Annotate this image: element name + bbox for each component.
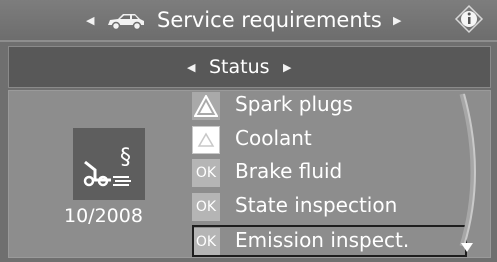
selection-highlight [192,225,467,257]
svg-text:§: § [120,145,131,170]
warning-triangle-icon [192,92,220,120]
list-item[interactable]: Coolant [192,124,472,156]
list-item[interactable]: OK State inspection [192,191,472,223]
status-right-arrow-icon[interactable]: ▶ [283,61,291,74]
item-label: Coolant [235,126,312,150]
car-icon [106,11,146,36]
item-label: State inspection [235,193,398,217]
list-item[interactable]: Spark plugs [192,90,472,122]
status-title: Status [209,56,270,78]
ok-badge: OK [192,193,220,221]
service-symbol-icon: § [73,128,145,200]
header-title: Service requirements [157,8,382,32]
list-item[interactable]: OK Brake fluid [192,157,472,189]
status-left-arrow-icon[interactable]: ◀ [187,61,195,74]
status-bar: ◀ Status ▶ [8,46,491,88]
item-label: Spark plugs [235,92,353,116]
ok-badge: OK [192,159,220,187]
header-right-arrow-icon[interactable]: ▶ [393,14,401,27]
item-label: Brake fluid [235,159,343,183]
info-icon[interactable] [454,4,484,34]
triangle-outline-icon [192,126,220,154]
idrive-screen: ◀ Service requirements ▶ ◀ Status ▶ § 10… [0,0,497,261]
header-bar: ◀ Service requirements ▶ [0,0,497,42]
header-left-arrow-icon[interactable]: ◀ [86,14,94,27]
service-date: 10/2008 [64,205,143,227]
scroll-indicator[interactable] [440,90,490,258]
